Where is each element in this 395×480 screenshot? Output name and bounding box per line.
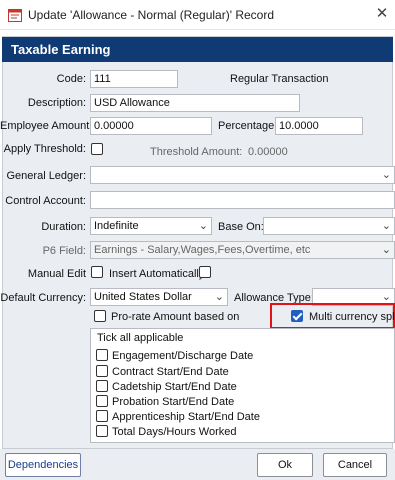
close-icon[interactable]: ✕ (372, 4, 392, 24)
general-ledger-label: General Ledger: (6, 170, 87, 182)
tick-all-header: Tick all applicable (97, 332, 184, 344)
insert-automatically-checkbox[interactable] (199, 266, 211, 278)
description-input[interactable]: USD Allowance (90, 94, 300, 112)
default-currency-value: United States Dollar (94, 291, 192, 303)
total-days-hours-label: Total Days/Hours Worked (112, 426, 237, 438)
duration-value: Indefinite (94, 220, 139, 232)
manual-edit-checkbox[interactable] (91, 266, 103, 278)
base-on-label: Base On: (218, 221, 264, 233)
default-currency-label: Default Currency: (0, 292, 86, 304)
app-form-icon (8, 9, 22, 22)
duration-select[interactable]: Indefinite ⌄ (90, 217, 212, 235)
percentage-input[interactable]: 10.0000 (275, 117, 363, 135)
multi-currency-label: Multi currency split (309, 311, 395, 323)
engagement-discharge-label: Engagement/Discharge Date (112, 350, 254, 362)
multi-currency-checkbox[interactable] (291, 310, 303, 322)
insert-automatically-label: Insert Automatically (109, 268, 205, 280)
cadetship-start-end-checkbox[interactable] (96, 380, 108, 392)
chevron-down-icon: ⌄ (381, 169, 391, 181)
transaction-type-text: Regular Transaction (230, 73, 329, 85)
chevron-down-icon: ⌄ (381, 220, 391, 232)
control-account-input[interactable] (90, 191, 395, 209)
apprenticeship-start-end-checkbox[interactable] (96, 410, 108, 422)
apply-threshold-checkbox[interactable] (91, 143, 103, 155)
base-on-select[interactable]: ⌄ (263, 217, 395, 235)
threshold-amount-value: 0.00000 (248, 146, 288, 158)
description-label: Description: (27, 97, 86, 109)
percentage-label: Percentage: (218, 120, 278, 132)
code-input[interactable]: 111 (90, 70, 178, 88)
default-currency-select[interactable]: United States Dollar ⌄ (90, 288, 228, 306)
cancel-button[interactable]: Cancel (323, 453, 387, 477)
p6-field-select[interactable]: Earnings - Salary,Wages,Fees,Overtime, e… (90, 241, 395, 259)
duration-label: Duration: (41, 221, 86, 233)
prorate-label: Pro-rate Amount based on (111, 311, 240, 323)
engagement-discharge-checkbox[interactable] (96, 349, 108, 361)
apply-threshold-label: Apply Threshold: (3, 143, 86, 155)
general-ledger-select[interactable]: ⌄ (90, 166, 395, 184)
code-label: Code: (56, 73, 86, 85)
employee-amount-input[interactable]: 0.00000 (90, 117, 212, 135)
apprenticeship-start-end-label: Apprenticeship Start/End Date (112, 411, 260, 423)
employee-amount-label: Employee Amount: (0, 120, 93, 132)
cadetship-start-end-label: Cadetship Start/End Date (112, 381, 237, 393)
p6-field-label: P6 Field: (42, 245, 86, 257)
probation-start-end-checkbox[interactable] (96, 395, 108, 407)
contract-start-end-checkbox[interactable] (96, 365, 108, 377)
probation-start-end-label: Probation Start/End Date (112, 396, 235, 408)
section-header: Taxable Earning (2, 37, 393, 62)
chevron-down-icon: ⌄ (381, 291, 391, 303)
p6-field-value: Earnings - Salary,Wages,Fees,Overtime, e… (94, 244, 311, 256)
chevron-down-icon: ⌄ (214, 291, 224, 303)
dependencies-button[interactable]: Dependencies (5, 453, 81, 477)
prorate-checkbox[interactable] (94, 310, 106, 322)
chevron-down-icon: ⌄ (198, 220, 208, 232)
total-days-hours-checkbox[interactable] (96, 425, 108, 437)
control-account-label: Control Account: (5, 195, 86, 207)
chevron-down-icon: ⌄ (381, 244, 391, 256)
window-title: Update 'Allowance - Normal (Regular)' Re… (28, 8, 275, 22)
contract-start-end-label: Contract Start/End Date (112, 366, 229, 378)
threshold-amount-label: Threshold Amount: (150, 146, 243, 158)
manual-edit-label: Manual Edit (27, 268, 86, 280)
ok-button[interactable]: Ok (257, 453, 313, 477)
